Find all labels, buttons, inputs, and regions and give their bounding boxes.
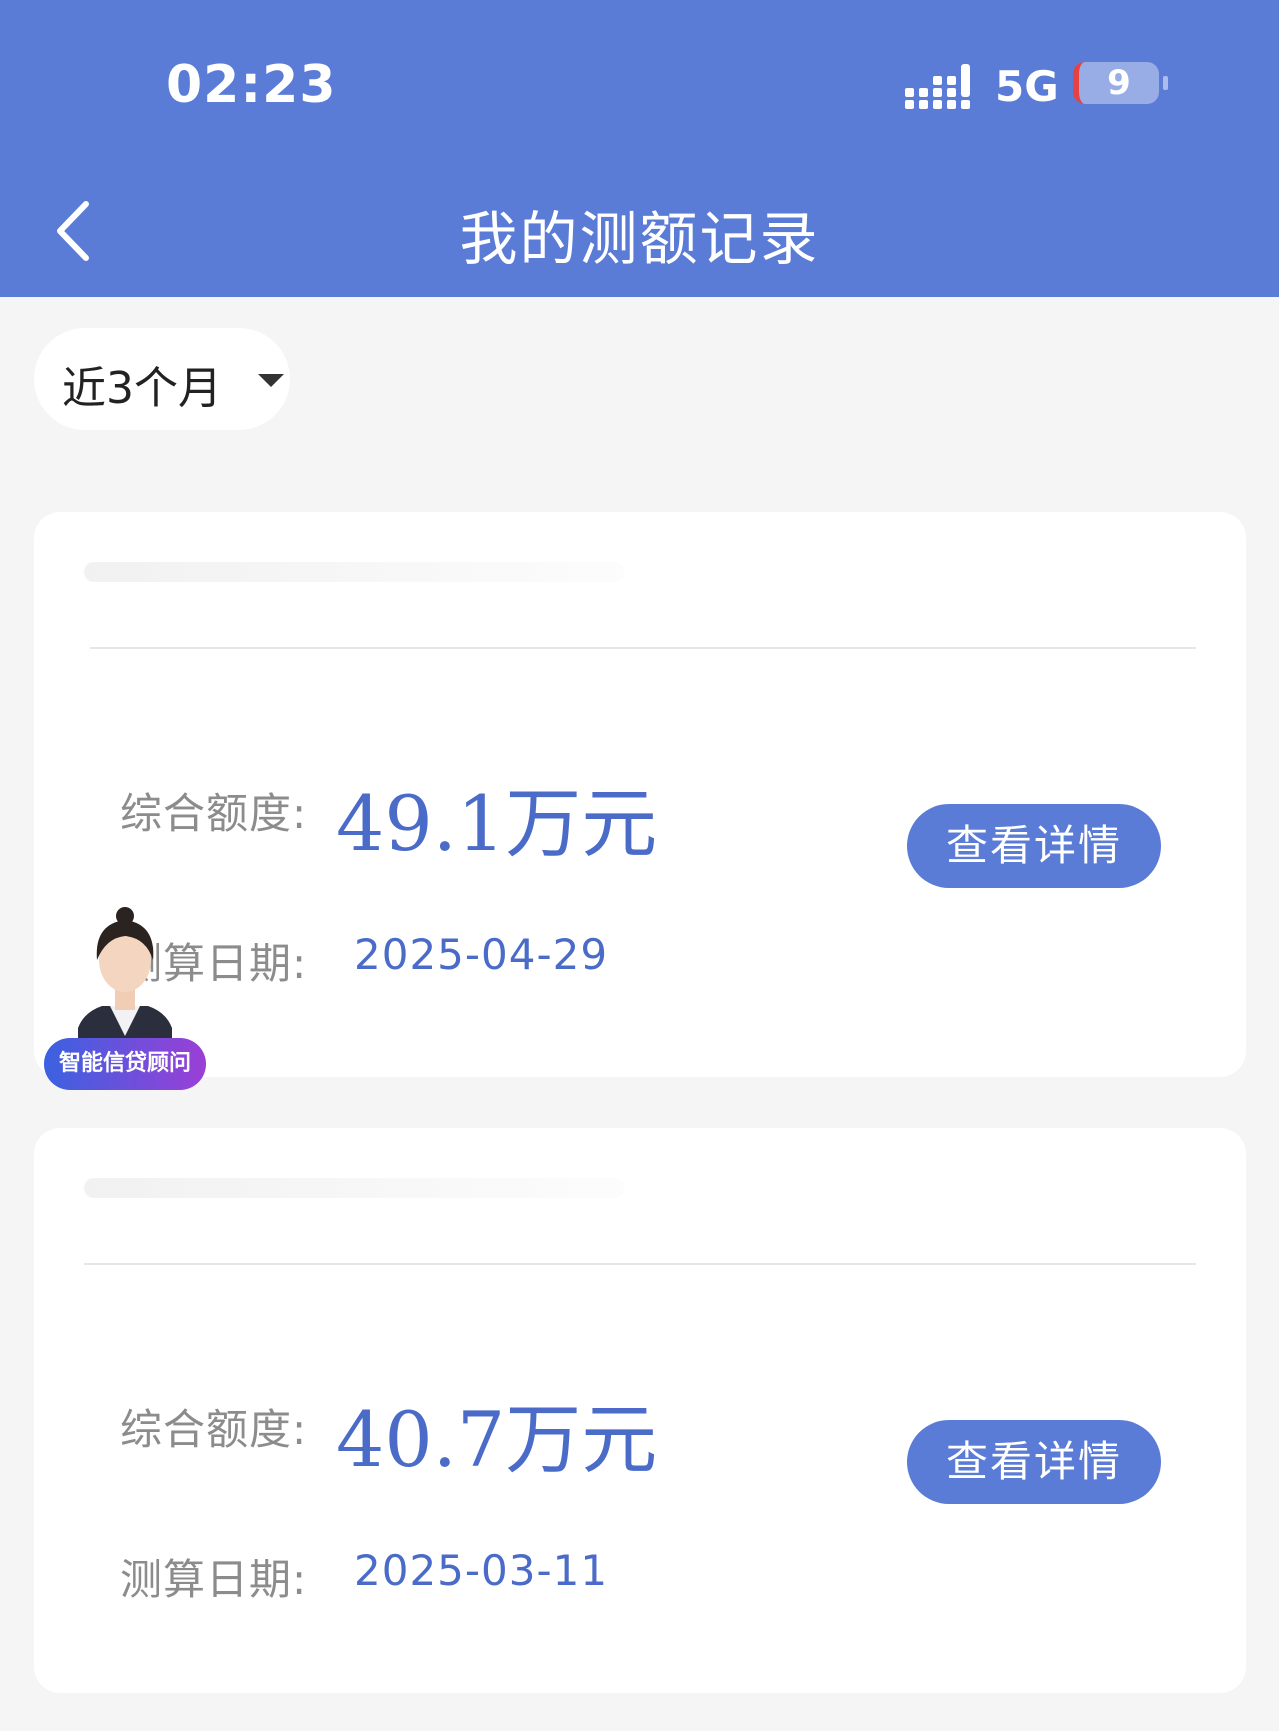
- advisor-badge: 智能信贷顾问: [44, 1038, 206, 1090]
- redacted-text: [84, 562, 624, 582]
- date-value: 2025-04-29: [354, 930, 609, 979]
- period-filter-label: 近3个月: [62, 363, 222, 414]
- amount-label: 综合额度:: [120, 789, 308, 838]
- divider: [90, 647, 1196, 649]
- record-card: 综合额度: 49.1万元 查看详情 测算日期: 2025-04-29: [34, 512, 1246, 1077]
- header: 02:23 5G 9 我的测额记录: [0, 0, 1279, 297]
- amount-value: 49.1万元: [336, 779, 658, 868]
- record-card: 综合额度: 40.7万元 查看详情 测算日期: 2025-03-11: [34, 1128, 1246, 1693]
- caret-down-icon: [258, 374, 284, 387]
- signal-icon: [905, 64, 970, 109]
- amount-value: 40.7万元: [336, 1395, 658, 1484]
- divider: [84, 1263, 1196, 1265]
- advisor-avatar: [78, 907, 172, 1050]
- status-time: 02:23: [166, 55, 337, 115]
- network-type: 5G: [995, 62, 1059, 111]
- view-details-button[interactable]: 查看详情: [907, 1420, 1161, 1504]
- period-filter-dropdown[interactable]: 近3个月: [34, 328, 290, 430]
- battery-tip: [1163, 76, 1168, 90]
- date-value: 2025-03-11: [354, 1546, 609, 1595]
- redacted-text: [84, 1178, 624, 1198]
- page-title: 我的测额记录: [459, 205, 820, 273]
- ai-advisor-button[interactable]: 智能信贷顾问: [44, 900, 206, 1090]
- battery-icon: 9: [1073, 62, 1159, 104]
- date-label: 测算日期:: [120, 1555, 308, 1604]
- amount-label: 综合额度:: [120, 1405, 308, 1454]
- view-details-button[interactable]: 查看详情: [907, 804, 1161, 888]
